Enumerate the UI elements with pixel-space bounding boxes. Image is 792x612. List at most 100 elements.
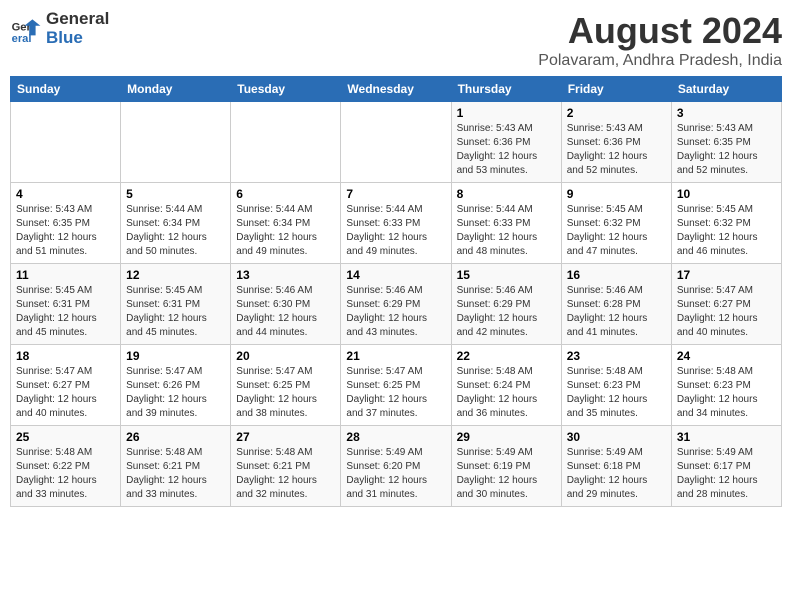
day-info: Sunrise: 5:43 AM Sunset: 6:35 PM Dayligh…: [16, 203, 115, 259]
day-info: Sunrise: 5:45 AM Sunset: 6:32 PM Dayligh…: [677, 203, 776, 259]
day-info: Sunrise: 5:49 AM Sunset: 6:20 PM Dayligh…: [346, 446, 445, 502]
day-number: 28: [346, 430, 445, 444]
calendar-cell: 9Sunrise: 5:45 AM Sunset: 6:32 PM Daylig…: [561, 183, 671, 264]
day-info: Sunrise: 5:44 AM Sunset: 6:34 PM Dayligh…: [126, 203, 225, 259]
calendar-week-row: 1 Sunrise: 5:43 AM Sunset: 6:36 PM Daylig…: [11, 102, 782, 183]
calendar-cell: 2Sunrise: 5:43 AM Sunset: 6:36 PM Daylig…: [561, 102, 671, 183]
day-info: Sunrise: 5:49 AM Sunset: 6:19 PM Dayligh…: [457, 446, 556, 502]
day-info: Sunrise: 5:49 AM Sunset: 6:18 PM Dayligh…: [567, 446, 666, 502]
day-number: 22: [457, 349, 556, 363]
day-info: Sunrise: 5:48 AM Sunset: 6:21 PM Dayligh…: [236, 446, 335, 502]
day-info: Sunrise: 5:48 AM Sunset: 6:21 PM Dayligh…: [126, 446, 225, 502]
calendar-cell: 30 Sunrise: 5:49 AM Sunset: 6:18 PM Dayli…: [561, 426, 671, 507]
day-info: Sunrise: 5:47 AM Sunset: 6:26 PM Dayligh…: [126, 365, 225, 421]
calendar-cell: 18Sunrise: 5:47 AM Sunset: 6:27 PM Dayli…: [11, 345, 121, 426]
day-info: Sunrise: 5:48 AM Sunset: 6:23 PM Dayligh…: [677, 365, 776, 421]
calendar-cell: [121, 102, 231, 183]
day-info: Sunrise: 5:44 AM Sunset: 6:33 PM Dayligh…: [457, 203, 556, 259]
calendar-week-row: 18Sunrise: 5:47 AM Sunset: 6:27 PM Dayli…: [11, 345, 782, 426]
day-info: Sunrise: 5:47 AM Sunset: 6:25 PM Dayligh…: [346, 365, 445, 421]
calendar-cell: [11, 102, 121, 183]
day-number: 8: [457, 187, 556, 201]
day-number: 3: [677, 106, 776, 120]
day-number: 19: [126, 349, 225, 363]
day-info: Sunrise: 5:46 AM Sunset: 6:29 PM Dayligh…: [457, 284, 556, 340]
day-number: 4: [16, 187, 115, 201]
day-number: 16: [567, 268, 666, 282]
day-info: Sunrise: 5:45 AM Sunset: 6:32 PM Dayligh…: [567, 203, 666, 259]
day-info: Sunrise: 5:48 AM Sunset: 6:23 PM Dayligh…: [567, 365, 666, 421]
calendar-cell: 19 Sunrise: 5:47 AM Sunset: 6:26 PM Dayli…: [121, 345, 231, 426]
day-number: 13: [236, 268, 335, 282]
calendar-cell: 7Sunrise: 5:44 AM Sunset: 6:33 PM Daylig…: [341, 183, 451, 264]
day-info: Sunrise: 5:47 AM Sunset: 6:27 PM Dayligh…: [677, 284, 776, 340]
calendar-cell: 17 Sunrise: 5:47 AM Sunset: 6:27 PM Dayli…: [671, 264, 781, 345]
calendar-cell: 4 Sunrise: 5:43 AM Sunset: 6:35 PM Daylig…: [11, 183, 121, 264]
day-number: 20: [236, 349, 335, 363]
logo-text: General Blue: [46, 10, 109, 47]
day-number: 6: [236, 187, 335, 201]
day-info: Sunrise: 5:45 AM Sunset: 6:31 PM Dayligh…: [16, 284, 115, 340]
day-number: 31: [677, 430, 776, 444]
svg-text:eral: eral: [12, 32, 32, 44]
calendar-week-row: 4 Sunrise: 5:43 AM Sunset: 6:35 PM Daylig…: [11, 183, 782, 264]
calendar-header: SundayMondayTuesdayWednesdayThursdayFrid…: [11, 77, 782, 102]
calendar-cell: 26 Sunrise: 5:48 AM Sunset: 6:21 PM Dayli…: [121, 426, 231, 507]
day-number: 21: [346, 349, 445, 363]
day-number: 17: [677, 268, 776, 282]
calendar-cell: 27 Sunrise: 5:48 AM Sunset: 6:21 PM Dayli…: [231, 426, 341, 507]
weekday-header: Thursday: [451, 77, 561, 102]
calendar-cell: 13Sunrise: 5:46 AM Sunset: 6:30 PM Dayli…: [231, 264, 341, 345]
weekday-header-row: SundayMondayTuesdayWednesdayThursdayFrid…: [11, 77, 782, 102]
calendar-cell: 16Sunrise: 5:46 AM Sunset: 6:28 PM Dayli…: [561, 264, 671, 345]
calendar-cell: 15Sunrise: 5:46 AM Sunset: 6:29 PM Dayli…: [451, 264, 561, 345]
calendar: SundayMondayTuesdayWednesdayThursdayFrid…: [10, 76, 782, 507]
day-number: 5: [126, 187, 225, 201]
day-number: 14: [346, 268, 445, 282]
day-info: Sunrise: 5:48 AM Sunset: 6:22 PM Dayligh…: [16, 446, 115, 502]
calendar-cell: 29 Sunrise: 5:49 AM Sunset: 6:19 PM Dayli…: [451, 426, 561, 507]
day-number: 18: [16, 349, 115, 363]
day-info: Sunrise: 5:44 AM Sunset: 6:34 PM Dayligh…: [236, 203, 335, 259]
weekday-header: Sunday: [11, 77, 121, 102]
calendar-week-row: 11 Sunrise: 5:45 AM Sunset: 6:31 PM Dayli…: [11, 264, 782, 345]
calendar-cell: 8 Sunrise: 5:44 AM Sunset: 6:33 PM Daylig…: [451, 183, 561, 264]
weekday-header: Wednesday: [341, 77, 451, 102]
day-info: Sunrise: 5:48 AM Sunset: 6:24 PM Dayligh…: [457, 365, 556, 421]
day-number: 27: [236, 430, 335, 444]
day-number: 10: [677, 187, 776, 201]
calendar-cell: 23Sunrise: 5:48 AM Sunset: 6:23 PM Dayli…: [561, 345, 671, 426]
logo: Gen eral General Blue: [10, 10, 109, 47]
day-info: Sunrise: 5:45 AM Sunset: 6:31 PM Dayligh…: [126, 284, 225, 340]
logo-general: General: [46, 9, 109, 28]
calendar-cell: [231, 102, 341, 183]
day-number: 24: [677, 349, 776, 363]
day-number: 1: [457, 106, 556, 120]
calendar-cell: 14Sunrise: 5:46 AM Sunset: 6:29 PM Dayli…: [341, 264, 451, 345]
weekday-header: Saturday: [671, 77, 781, 102]
logo-blue: Blue: [46, 28, 83, 47]
calendar-cell: 25 Sunrise: 5:48 AM Sunset: 6:22 PM Dayli…: [11, 426, 121, 507]
day-number: 11: [16, 268, 115, 282]
day-info: Sunrise: 5:49 AM Sunset: 6:17 PM Dayligh…: [677, 446, 776, 502]
calendar-cell: 20Sunrise: 5:47 AM Sunset: 6:25 PM Dayli…: [231, 345, 341, 426]
day-number: 25: [16, 430, 115, 444]
page-subtitle: Polavaram, Andhra Pradesh, India: [538, 52, 782, 70]
calendar-cell: 6 Sunrise: 5:44 AM Sunset: 6:34 PM Daylig…: [231, 183, 341, 264]
day-number: 26: [126, 430, 225, 444]
weekday-header: Monday: [121, 77, 231, 102]
calendar-cell: 1 Sunrise: 5:43 AM Sunset: 6:36 PM Daylig…: [451, 102, 561, 183]
page-title: August 2024: [538, 10, 782, 52]
calendar-cell: 24 Sunrise: 5:48 AM Sunset: 6:23 PM Dayli…: [671, 345, 781, 426]
weekday-header: Tuesday: [231, 77, 341, 102]
calendar-cell: 5 Sunrise: 5:44 AM Sunset: 6:34 PM Daylig…: [121, 183, 231, 264]
day-info: Sunrise: 5:43 AM Sunset: 6:36 PM Dayligh…: [567, 122, 666, 178]
calendar-cell: 3 Sunrise: 5:43 AM Sunset: 6:35 PM Daylig…: [671, 102, 781, 183]
day-info: Sunrise: 5:43 AM Sunset: 6:36 PM Dayligh…: [457, 122, 556, 178]
calendar-cell: 11 Sunrise: 5:45 AM Sunset: 6:31 PM Dayli…: [11, 264, 121, 345]
day-number: 29: [457, 430, 556, 444]
calendar-cell: 22 Sunrise: 5:48 AM Sunset: 6:24 PM Dayli…: [451, 345, 561, 426]
day-number: 7: [346, 187, 445, 201]
day-number: 30: [567, 430, 666, 444]
day-info: Sunrise: 5:43 AM Sunset: 6:35 PM Dayligh…: [677, 122, 776, 178]
